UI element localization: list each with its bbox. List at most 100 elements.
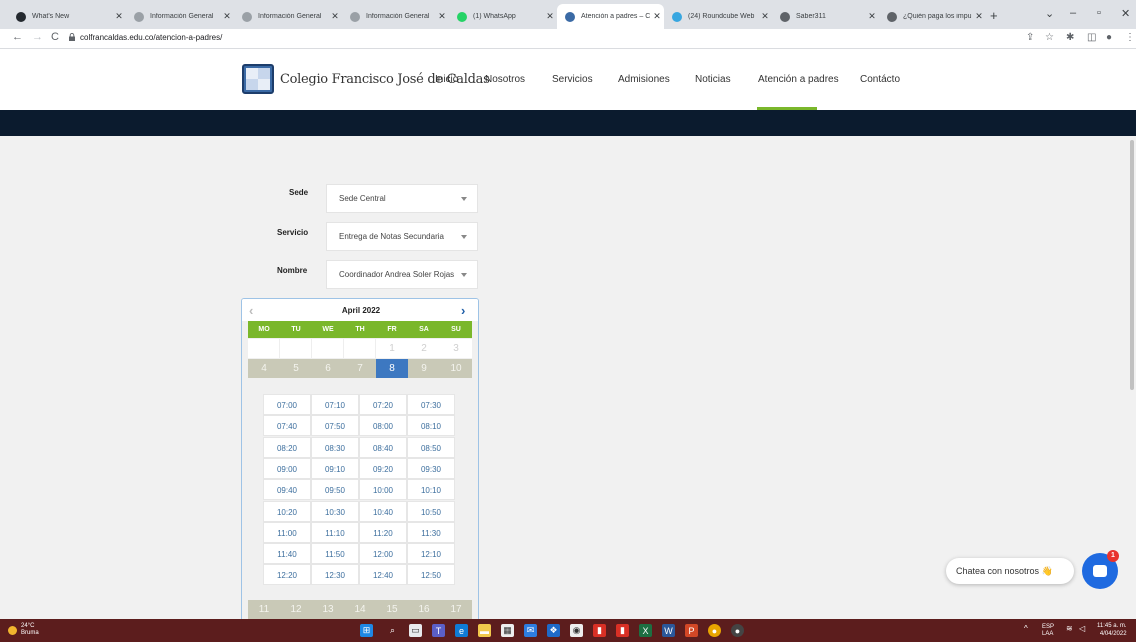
- page-scrollbar[interactable]: [1128, 136, 1136, 619]
- search-icon[interactable]: ⌕: [386, 624, 399, 637]
- calendar-day[interactable]: 14: [344, 600, 376, 620]
- nav-servicios[interactable]: Servicios: [552, 74, 593, 85]
- browser-tab[interactable]: ¿Quién paga los impu ✕: [879, 4, 986, 29]
- time-slot[interactable]: 07:10: [311, 394, 359, 415]
- url-field[interactable]: colfrancaldas.edu.co/atencion-a-padres/: [80, 33, 222, 42]
- time-slot[interactable]: 09:40: [263, 479, 311, 501]
- minimize-button[interactable]: –: [1070, 7, 1076, 19]
- windows-start-icon[interactable]: ⊞: [360, 624, 373, 637]
- time-slot[interactable]: 08:10: [407, 415, 455, 437]
- time-slot[interactable]: 07:30: [407, 394, 455, 415]
- calendar-day[interactable]: 5: [280, 359, 312, 378]
- time-slot[interactable]: 09:20: [359, 457, 407, 479]
- wifi-icon[interactable]: ≋: [1066, 624, 1073, 633]
- close-tab-icon[interactable]: ✕: [435, 11, 449, 22]
- word-icon[interactable]: W: [662, 624, 675, 637]
- dropbox-icon[interactable]: ❖: [547, 624, 560, 637]
- time-slot[interactable]: 12:00: [359, 543, 407, 565]
- close-tab-icon[interactable]: ✕: [650, 11, 664, 22]
- close-tab-icon[interactable]: ✕: [865, 11, 879, 22]
- browser-tab[interactable]: Información General ✕: [126, 4, 234, 29]
- reload-icon[interactable]: C: [51, 31, 59, 43]
- task-view-icon[interactable]: ▭: [409, 624, 422, 637]
- new-tab-button[interactable]: +: [990, 8, 998, 23]
- close-window-button[interactable]: ✕: [1121, 7, 1130, 20]
- sede-select[interactable]: Sede Central: [326, 184, 478, 213]
- nombre-select[interactable]: Coordinador Andrea Soler Rojas: [326, 260, 478, 289]
- browser-tab[interactable]: Saber311 ✕: [772, 4, 879, 29]
- time-slot[interactable]: 11:50: [311, 543, 359, 565]
- nav-nosotros[interactable]: Nosotros: [485, 74, 525, 85]
- time-slot[interactable]: 12:20: [263, 564, 311, 586]
- time-slot[interactable]: 07:00: [263, 394, 311, 415]
- calendar-day[interactable]: 16: [408, 600, 440, 620]
- pdf-reader-icon[interactable]: ▮: [616, 624, 629, 637]
- time-slot[interactable]: 08:30: [311, 436, 359, 458]
- time-slot[interactable]: 08:50: [407, 436, 455, 458]
- browser-tab[interactable]: Información General ✕: [234, 4, 342, 29]
- calendar-day[interactable]: 1: [376, 339, 408, 358]
- bookmark-star-icon[interactable]: ☆: [1045, 32, 1054, 43]
- time-slot[interactable]: 12:10: [407, 543, 455, 565]
- time-slot[interactable]: 09:50: [311, 479, 359, 501]
- browser-tab[interactable]: Atención a padres – C ✕: [557, 4, 664, 29]
- browser-tab[interactable]: (24) Roundcube Web ✕: [664, 4, 772, 29]
- time-slot[interactable]: 08:00: [359, 415, 407, 437]
- time-slot[interactable]: 12:40: [359, 564, 407, 586]
- time-slot[interactable]: 07:20: [359, 394, 407, 415]
- app-icon[interactable]: ◉: [570, 624, 583, 637]
- close-tab-icon[interactable]: ✕: [112, 11, 126, 22]
- taskbar-clock[interactable]: 11:45 a. m. 4/04/2022: [1097, 622, 1127, 638]
- chrome-profile-icon[interactable]: ●: [731, 624, 744, 637]
- calendar-day[interactable]: 9: [408, 359, 440, 378]
- calendar-day[interactable]: 11: [248, 600, 280, 620]
- calendar-day[interactable]: 10: [440, 359, 472, 378]
- menu-icon[interactable]: ⋮: [1125, 32, 1135, 43]
- teams-icon[interactable]: T: [432, 624, 445, 637]
- edge-icon[interactable]: e: [455, 624, 468, 637]
- time-slot[interactable]: 08:40: [359, 436, 407, 458]
- close-tab-icon[interactable]: ✕: [758, 11, 772, 22]
- excel-icon[interactable]: X: [639, 624, 652, 637]
- calendar-day[interactable]: 6: [312, 359, 344, 378]
- chat-invite[interactable]: Chatea con nosotros 👋: [946, 558, 1074, 584]
- share-icon[interactable]: ⇪: [1026, 32, 1034, 43]
- store-icon[interactable]: ▦: [501, 624, 514, 637]
- time-slot[interactable]: 10:10: [407, 479, 455, 501]
- maximize-button[interactable]: ▫: [1097, 7, 1101, 19]
- tab-search-icon[interactable]: ⌄: [1045, 7, 1054, 20]
- sidebar-icon[interactable]: ◫: [1087, 32, 1096, 43]
- file-explorer-icon[interactable]: ▬: [478, 624, 491, 637]
- time-slot[interactable]: 10:00: [359, 479, 407, 501]
- time-slot[interactable]: 12:50: [407, 564, 455, 586]
- weather-icon[interactable]: [8, 626, 17, 635]
- back-icon[interactable]: ←: [12, 31, 23, 43]
- nav-inicio[interactable]: Inicio: [435, 74, 458, 85]
- browser-tab[interactable]: (1) WhatsApp ✕: [449, 4, 557, 29]
- servicio-select[interactable]: Entrega de Notas Secundaria: [326, 222, 478, 251]
- close-tab-icon[interactable]: ✕: [543, 11, 557, 22]
- volume-icon[interactable]: ◁: [1079, 624, 1085, 633]
- mail-icon[interactable]: ✉: [524, 624, 537, 637]
- close-tab-icon[interactable]: ✕: [328, 11, 342, 22]
- calendar-day[interactable]: 4: [248, 359, 280, 378]
- nav-admisiones[interactable]: Admisiones: [618, 74, 670, 85]
- calendar-day[interactable]: 15: [376, 600, 408, 620]
- time-slot[interactable]: 09:10: [311, 457, 359, 479]
- chrome-icon[interactable]: ●: [708, 624, 721, 637]
- scrollbar-thumb[interactable]: [1130, 140, 1134, 390]
- time-slot[interactable]: 11:40: [263, 543, 311, 565]
- time-slot[interactable]: 07:40: [263, 415, 311, 437]
- extensions-icon[interactable]: ✱: [1066, 32, 1074, 43]
- calendar-day[interactable]: 3: [440, 339, 472, 358]
- time-slot[interactable]: 12:30: [311, 564, 359, 586]
- calendar-day-selected[interactable]: 8: [376, 359, 408, 378]
- calendar-day[interactable]: 12: [280, 600, 312, 620]
- calendar-day[interactable]: 7: [344, 359, 376, 378]
- time-slot[interactable]: 11:20: [359, 521, 407, 543]
- time-slot[interactable]: 10:30: [311, 500, 359, 522]
- time-slot[interactable]: 11:30: [407, 521, 455, 543]
- time-slot[interactable]: 08:20: [263, 436, 311, 458]
- time-slot[interactable]: 09:00: [263, 457, 311, 479]
- profile-icon[interactable]: ●: [1106, 32, 1112, 43]
